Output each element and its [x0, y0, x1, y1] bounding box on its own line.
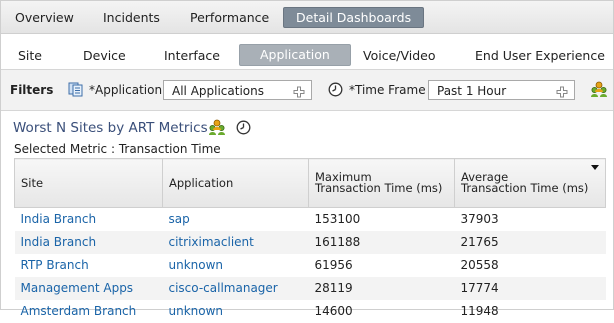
- max-transaction-time-cell: 61956: [314, 258, 353, 272]
- sort-descending-icon[interactable]: [591, 165, 599, 170]
- top-tab-bar: Overview Incidents Performance Detail Da…: [1, 1, 613, 34]
- tab-overview[interactable]: Overview: [15, 8, 74, 27]
- table-row[interactable]: India Branch sap 153100 37903: [15, 208, 606, 232]
- selected-metric: Selected Metric : Transaction Time: [14, 142, 221, 156]
- table-header-row: Site Application Maximum Transaction Tim…: [14, 158, 606, 208]
- application-link[interactable]: sap: [163, 208, 309, 232]
- max-transaction-time-cell: 14600: [314, 304, 353, 318]
- avg-transaction-time-cell: 20558: [460, 258, 499, 272]
- site-link[interactable]: India Branch: [15, 208, 163, 232]
- subtab-voice-video[interactable]: Voice/Video: [363, 46, 436, 66]
- column-header-application[interactable]: Application: [162, 158, 309, 208]
- max-transaction-time-cell: 153100: [314, 212, 361, 226]
- table-row[interactable]: India Branch citriximaclient 161188 2176…: [14, 231, 606, 254]
- time-frame-select[interactable]: Past 1 Hour: [428, 80, 575, 100]
- site-link[interactable]: Management Apps: [14, 277, 163, 300]
- sites-table: Site Application Maximum Transaction Tim…: [14, 158, 606, 323]
- time-frame-label: *Time Frame: [349, 83, 426, 97]
- table-row[interactable]: Management Apps cisco-callmanager 28119 …: [14, 277, 606, 300]
- subtab-end-user-experience[interactable]: End User Experience: [475, 46, 605, 66]
- column-header-site[interactable]: Site: [14, 158, 163, 208]
- avg-transaction-time-cell: 11948: [460, 304, 499, 318]
- subtab-device[interactable]: Device: [83, 46, 126, 66]
- max-transaction-time-cell: 28119: [308, 277, 455, 300]
- subtab-interface[interactable]: Interface: [164, 46, 220, 66]
- table-row[interactable]: Amsterdam Branch unknown 14600 11948: [15, 300, 606, 323]
- application-select-value: All Applications: [172, 84, 264, 98]
- application-link[interactable]: unknown: [163, 254, 309, 277]
- site-link[interactable]: India Branch: [14, 231, 163, 254]
- sub-tab-bar: Site Device Interface Application Voice/…: [1, 34, 613, 68]
- panel-title: Worst N Sites by ART Metrics: [13, 120, 208, 136]
- site-link[interactable]: RTP Branch: [15, 254, 163, 277]
- application-link[interactable]: cisco-callmanager: [162, 277, 309, 300]
- dashboard-frame: Overview Incidents Performance Detail Da…: [0, 0, 614, 318]
- table-row[interactable]: RTP Branch unknown 61956 20558: [15, 254, 606, 277]
- filters-label: Filters: [10, 83, 54, 97]
- avg-transaction-time-cell: 17774: [454, 277, 606, 300]
- tab-performance[interactable]: Performance: [190, 8, 269, 27]
- tab-detail-dashboards[interactable]: Detail Dashboards: [283, 7, 425, 28]
- avg-transaction-time-cell: 37903: [460, 212, 499, 226]
- subtab-site[interactable]: Site: [18, 46, 42, 66]
- column-header-avg-label: Average Transaction Time (ms): [461, 170, 589, 195]
- column-header-max-transaction-time[interactable]: Maximum Transaction Time (ms): [308, 158, 455, 208]
- max-transaction-time-cell: 161188: [308, 231, 455, 254]
- clock-icon: [328, 82, 343, 97]
- filter-bar: Filters *Application All Applications *T…: [1, 69, 613, 111]
- plus-icon[interactable]: [556, 84, 568, 98]
- plus-icon[interactable]: [293, 84, 305, 98]
- subtab-application[interactable]: Application: [239, 44, 351, 66]
- avg-transaction-time-cell: 21765: [454, 231, 606, 254]
- people-icon[interactable]: [208, 119, 226, 135]
- clock-icon[interactable]: [236, 120, 251, 135]
- time-frame-select-value: Past 1 Hour: [437, 84, 507, 98]
- panel-title-text: Worst N Sites by ART Metrics: [13, 120, 208, 136]
- application-filter-label: *Application: [89, 83, 163, 97]
- people-icon[interactable]: [590, 81, 608, 97]
- application-select[interactable]: All Applications: [163, 80, 312, 100]
- tab-incidents[interactable]: Incidents: [103, 8, 160, 27]
- site-link[interactable]: Amsterdam Branch: [15, 300, 163, 323]
- column-header-avg-transaction-time[interactable]: Average Transaction Time (ms): [454, 158, 606, 208]
- application-list-icon[interactable]: [68, 81, 84, 97]
- application-link[interactable]: unknown: [163, 300, 309, 323]
- application-link[interactable]: citriximaclient: [162, 231, 309, 254]
